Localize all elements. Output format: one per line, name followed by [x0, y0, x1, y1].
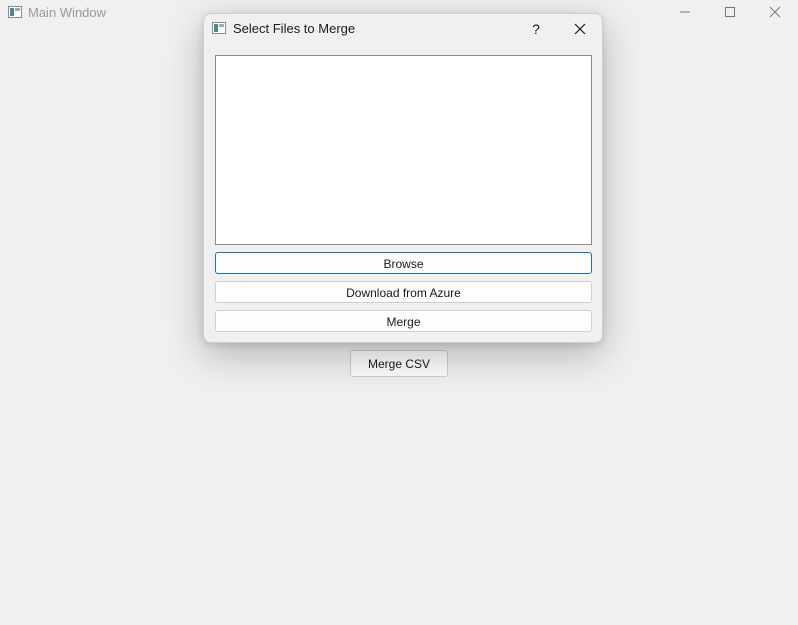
merge-button[interactable]: Merge: [215, 310, 592, 332]
maximize-button[interactable]: [707, 0, 753, 26]
close-icon: [769, 6, 781, 18]
maximize-icon: [725, 7, 735, 17]
dialog-title: Select Files to Merge: [233, 21, 356, 36]
main-close-button[interactable]: [752, 0, 798, 26]
file-list[interactable]: [215, 55, 592, 245]
browse-button[interactable]: Browse: [215, 252, 592, 274]
app-window-icon: [8, 6, 22, 18]
dialog-close-button[interactable]: [566, 18, 594, 40]
download-from-azure-button[interactable]: Download from Azure: [215, 281, 592, 303]
app-window-icon: [212, 22, 226, 34]
main-window-title: Main Window: [28, 5, 107, 20]
minimize-icon: [680, 11, 690, 13]
select-files-dialog: Select Files to Merge ? Browse Download …: [203, 13, 603, 343]
minimize-button[interactable]: [662, 0, 708, 26]
close-icon: [574, 23, 586, 35]
help-button[interactable]: ?: [522, 18, 550, 40]
merge-csv-button[interactable]: Merge CSV: [350, 350, 448, 377]
